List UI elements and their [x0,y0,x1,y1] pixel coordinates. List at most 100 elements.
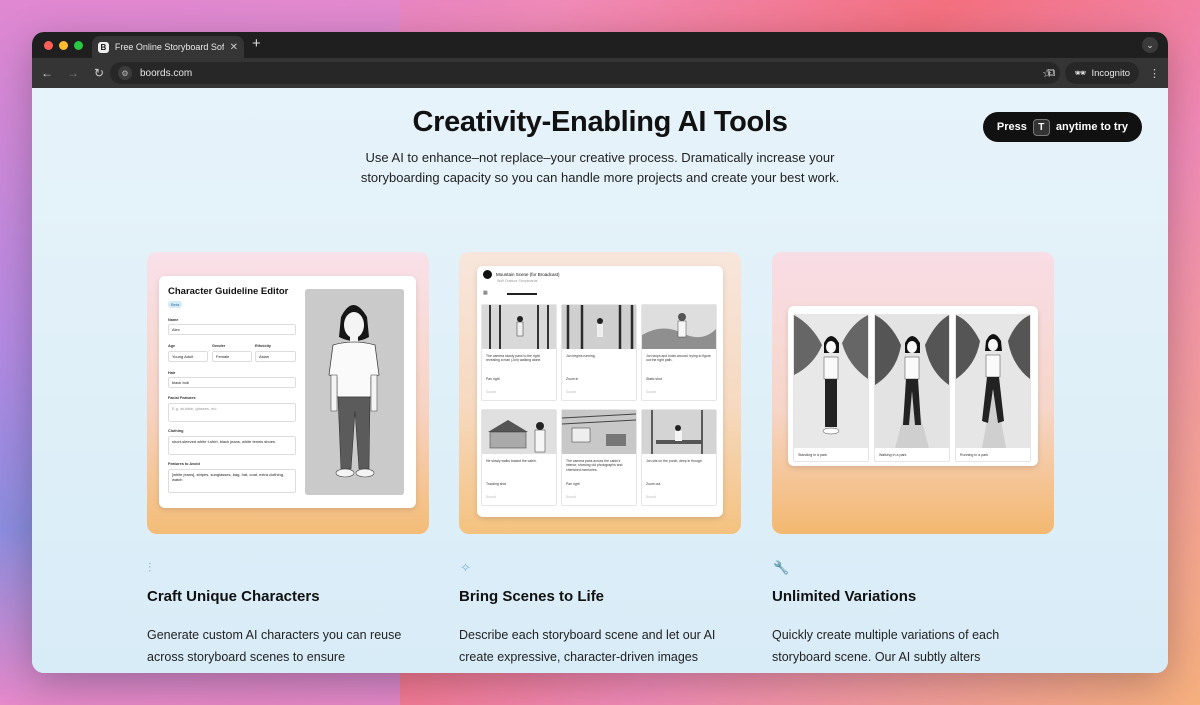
feature-desc-2-line-2: create expressive, character-driven imag… [459,650,698,664]
variation-frame-1[interactable]: Standing in a park [793,314,869,462]
character-editor-card: Character Guideline Editor Beta Name Ale… [147,252,429,534]
editor-title: Character Guideline Editor [168,286,289,297]
hero-subtitle-line-2: storyboarding capacity so you can handle… [360,170,840,185]
site-info-icon[interactable]: ⚙ [118,66,132,80]
storyboard-header: Mountain Scene (for Broadcast) [483,270,560,279]
forward-icon[interactable]: → [66,66,80,80]
variation-2-caption: Walking in a park [879,453,907,457]
frame-1[interactable]: The camera slowly pans to the right, rev… [481,304,557,401]
age-select[interactable]: Young Adult [168,351,208,362]
frame-6-description: Jon sits on the porch, deep in though. [646,459,703,463]
feature-desc-3: Quickly create multiple variations of ea… [772,624,1062,668]
browser-window: B Free Online Storyboard Softw ✕ + ⌄ ← →… [32,32,1168,673]
frame-1-image [482,305,556,349]
hero-subtitle-line-1: Use AI to enhance–not replace–your creat… [365,150,835,165]
name-field[interactable]: Alex [168,324,296,335]
facial-features-label: Facial Features [168,396,196,400]
frame-5-image [562,410,636,454]
feature-desc-3-line-2: storyboard scene. Our AI subtly alters [772,650,981,664]
press-suffix: anytime to try [1055,121,1128,133]
name-label: Name [168,318,179,322]
frame-1-shot: Pan right [486,377,500,381]
feature-desc-2: Describe each storyboard scene and let o… [459,624,749,668]
frame-3-description: Jon stops and looks around, trying to fi… [646,354,711,363]
hair-field[interactable]: black bob [168,377,296,388]
frame-2-sound: Sound [566,390,576,394]
minimize-window-button[interactable] [59,41,68,50]
close-window-button[interactable] [44,41,53,50]
feature-title-1: Craft Unique Characters [147,588,320,605]
maximize-window-button[interactable] [74,41,83,50]
variations-card: Standing in a park Walking in a park Run… [772,252,1054,534]
extensions-icon[interactable]: ⧉ [1048,67,1056,80]
character-portrait [305,289,404,495]
variation-3-image [956,315,1030,448]
frame-4[interactable]: He slowly walks toward the cabin. Tracki… [481,409,557,506]
incognito-indicator[interactable]: 🕶 Incognito [1065,62,1139,84]
clothing-label: Clothing [168,429,184,433]
back-icon[interactable]: ← [40,66,54,80]
more-menu-icon[interactable]: ⋮ [1149,67,1160,80]
page-content: Creativity-Enabling AI Tools Use AI to e… [32,88,1168,673]
hero-subtitle: Use AI to enhance–not replace–your creat… [32,148,1168,188]
variations-preview: Standing in a park Walking in a park Run… [788,306,1038,466]
variation-2-image [875,315,949,448]
frame-3-sound: Sound [646,390,656,394]
url-text: boords.com [140,67,193,79]
frame-5[interactable]: The camera pans across the cabin's inter… [561,409,637,506]
incognito-label: Incognito [1091,67,1130,79]
reload-icon[interactable]: ↻ [92,66,106,80]
sliders-icon: ⫶ [148,560,152,575]
ethnicity-select[interactable]: Asian [255,351,296,362]
frame-2[interactable]: Jon begins running. Zoom in Sound [561,304,637,401]
frame-6-image [642,410,716,454]
beta-badge: Beta [168,301,183,308]
tab-search-icon[interactable]: ⌄ [1142,37,1158,53]
grid-view-icon[interactable]: ▦ [483,290,488,296]
feature-desc-1: Generate custom AI characters you can re… [147,624,437,668]
storyboard-preview: Mountain Scene (for Broadcast) Wolf Outd… [477,266,723,517]
frame-3-image [642,305,716,349]
new-tab-icon[interactable]: + [252,35,261,52]
character-guideline-editor: Character Guideline Editor Beta Name Ale… [159,276,416,508]
clothing-field[interactable]: short-sleeved white t-shirt, black jeans… [168,436,296,455]
variation-frame-3[interactable]: Running in a park [955,314,1031,462]
frame-2-description: Jon begins running. [566,354,596,358]
variation-frame-2[interactable]: Walking in a park [874,314,950,462]
zoom-slider[interactable] [507,293,537,295]
frame-1-sound: Sound [486,390,496,394]
wrench-icon: 🔧 [773,560,790,575]
frame-6-shot: Zoom out [646,482,661,486]
features-to-avoid-field[interactable]: [white jeans], stripes, sunglasses, bag,… [168,469,296,493]
boords-favicon-icon: B [98,41,109,53]
feature-desc-3-line-1: Quickly create multiple variations of ea… [772,628,1000,642]
tab-title: Free Online Storyboard Softw [114,42,224,52]
hair-label: Hair [168,371,176,375]
address-bar[interactable]: ⚙ boords.com ☆ [110,62,1060,84]
tab-close-icon[interactable]: ✕ [230,42,238,53]
frame-3[interactable]: Jon stops and looks around, trying to fi… [641,304,717,401]
variation-3-caption: Running in a park [960,453,989,457]
incognito-icon: 🕶 [1074,67,1087,79]
sparkles-icon: ✧ [460,560,471,575]
frame-4-image [482,410,556,454]
browser-tab[interactable]: B Free Online Storyboard Softw ✕ [92,36,244,58]
press-t-button[interactable]: Press T anytime to try [982,112,1142,142]
age-label: Age [168,344,176,348]
frame-2-image [562,305,636,349]
workspace-name: Wolf Outdoor Storyboards [497,279,538,283]
feature-desc-1-line-2: across storyboard scenes to ensure [147,650,346,664]
browser-toolbar: ← → ↻ ⚙ boords.com ☆ ⧉ 🕶 Incognito ⋮ [32,58,1168,88]
frame-4-sound: Sound [486,495,496,499]
storyboard-card: Mountain Scene (for Broadcast) Wolf Outd… [459,252,741,534]
feature-title-3: Unlimited Variations [772,588,917,605]
gender-label: Gender [212,344,226,348]
frame-6[interactable]: Jon sits on the porch, deep in though. Z… [641,409,717,506]
gender-select[interactable]: Female [212,351,252,362]
frame-1-description: The camera slowly pans to the right, rev… [486,354,542,363]
features-to-avoid-label: Features to Avoid [168,462,200,466]
facial-features-field[interactable]: E.g. stubble, glasses, etc [168,403,296,422]
feature-title-2: Bring Scenes to Life [459,588,605,605]
feature-desc-2-line-1: Describe each storyboard scene and let o… [459,628,716,642]
press-prefix: Press [996,121,1027,133]
